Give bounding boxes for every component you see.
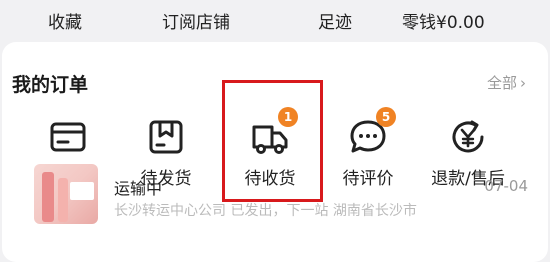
refund-yen-icon bbox=[448, 117, 488, 157]
change-balance-link[interactable]: 零钱¥0.00 bbox=[402, 8, 485, 33]
box-icon bbox=[146, 117, 186, 157]
order-pending-review[interactable]: 5 待评价 bbox=[322, 107, 414, 189]
favorites-link[interactable]: 收藏 bbox=[48, 8, 82, 33]
chat-bubble-icon: 5 bbox=[348, 107, 396, 157]
product-thumbnail[interactable] bbox=[34, 164, 98, 224]
my-orders-title: 我的订单 bbox=[12, 74, 89, 96]
top-stats-bar: 收藏 订阅店铺 足迹 零钱¥0.00 bbox=[0, 0, 550, 40]
footprints-link[interactable]: 足迹 bbox=[318, 8, 352, 33]
shipment-detail: 长沙转运中心公司 已发出，下一站 湖南省长沙市 bbox=[114, 203, 417, 219]
shipment-status: 运输中 bbox=[114, 179, 163, 198]
wallet-card-icon bbox=[48, 117, 88, 157]
order-pending-review-label: 待评价 bbox=[342, 169, 394, 189]
highlight-box bbox=[222, 80, 323, 202]
view-all-orders-link[interactable]: 全部 › bbox=[487, 72, 526, 93]
pending-review-badge: 5 bbox=[376, 107, 396, 127]
my-orders-card: 我的订单 全部 › 待付款 待发货 bbox=[2, 42, 548, 262]
view-all-label: 全部 bbox=[486, 74, 517, 92]
subscribed-stores-link[interactable]: 订阅店铺 bbox=[162, 8, 230, 33]
chevron-right-icon: › bbox=[520, 73, 526, 92]
shipment-date: 07-04 bbox=[484, 177, 528, 195]
